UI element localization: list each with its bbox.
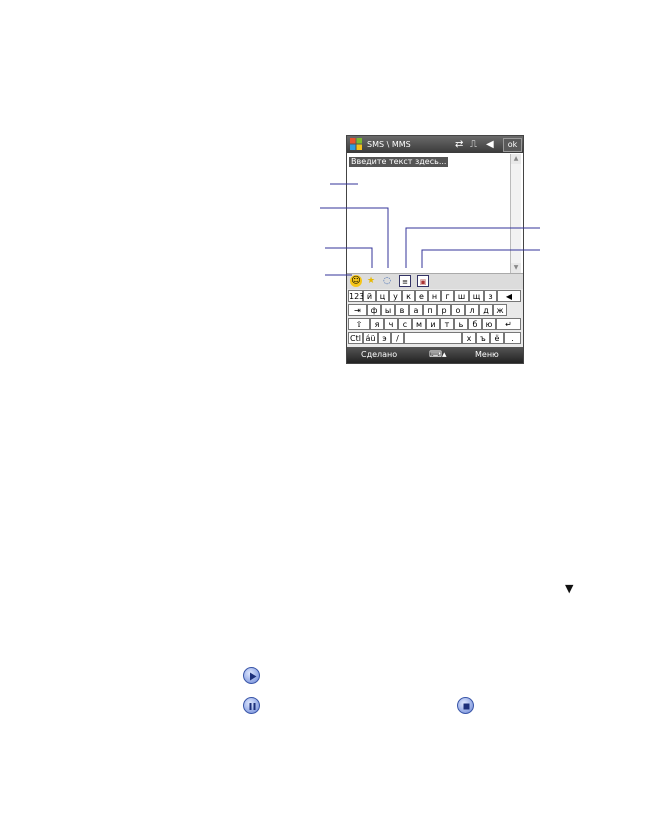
callout-line-picture xyxy=(421,249,540,268)
callout-lines xyxy=(320,183,540,276)
play-icon[interactable] xyxy=(243,667,260,684)
callout-line-message-bubble xyxy=(320,207,389,268)
expand-arrow-icon[interactable]: ▼ xyxy=(565,583,573,595)
pause-icon[interactable] xyxy=(243,697,260,714)
callout-line-template xyxy=(405,227,540,268)
callout-line-favorite xyxy=(325,247,373,268)
stop-icon[interactable] xyxy=(457,697,474,714)
